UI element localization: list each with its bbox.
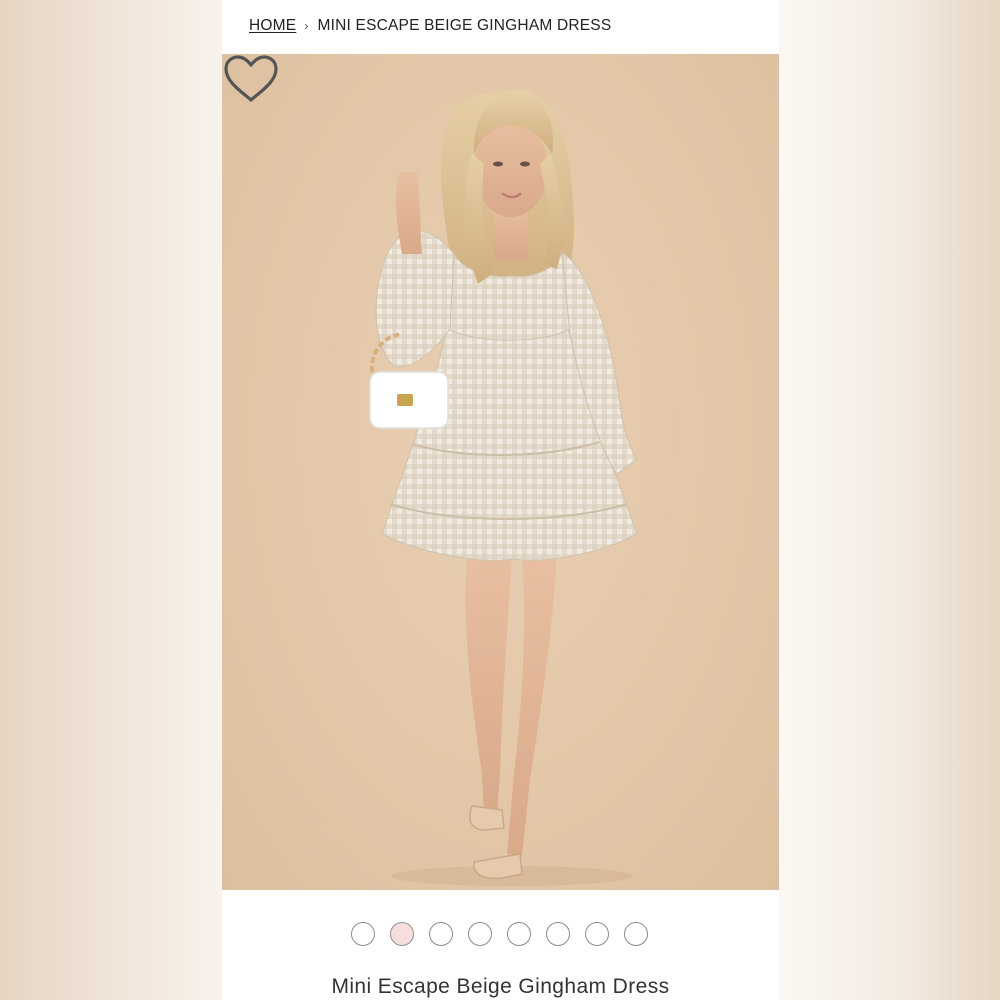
breadcrumb: HOME › MINI ESCAPE BEIGE GINGHAM DRESS bbox=[249, 14, 611, 38]
gallery-dot[interactable] bbox=[507, 922, 531, 946]
model-illustration bbox=[369, 90, 638, 886]
product-photo[interactable] bbox=[222, 54, 779, 890]
breadcrumb-current: MINI ESCAPE BEIGE GINGHAM DRESS bbox=[317, 17, 612, 34]
gallery-dot[interactable] bbox=[468, 922, 492, 946]
product-title: Mini Escape Beige Gingham Dress bbox=[331, 975, 670, 998]
heart-icon[interactable] bbox=[222, 54, 280, 104]
gallery-dot[interactable] bbox=[546, 922, 570, 946]
gallery-pagination bbox=[222, 922, 779, 950]
product-page: HOME › MINI ESCAPE BEIGE GINGHAM DRESS M… bbox=[222, 0, 779, 1000]
gallery-dot[interactable] bbox=[351, 922, 375, 946]
breadcrumb-home-link[interactable]: HOME bbox=[249, 17, 296, 35]
background-right bbox=[779, 0, 1000, 1000]
gallery-dot[interactable] bbox=[624, 922, 648, 946]
gallery-dot[interactable] bbox=[390, 922, 414, 946]
gallery-dot[interactable] bbox=[585, 922, 609, 946]
breadcrumb-separator: › bbox=[304, 19, 309, 33]
gallery-dot[interactable] bbox=[429, 922, 453, 946]
background-left bbox=[0, 0, 222, 1000]
